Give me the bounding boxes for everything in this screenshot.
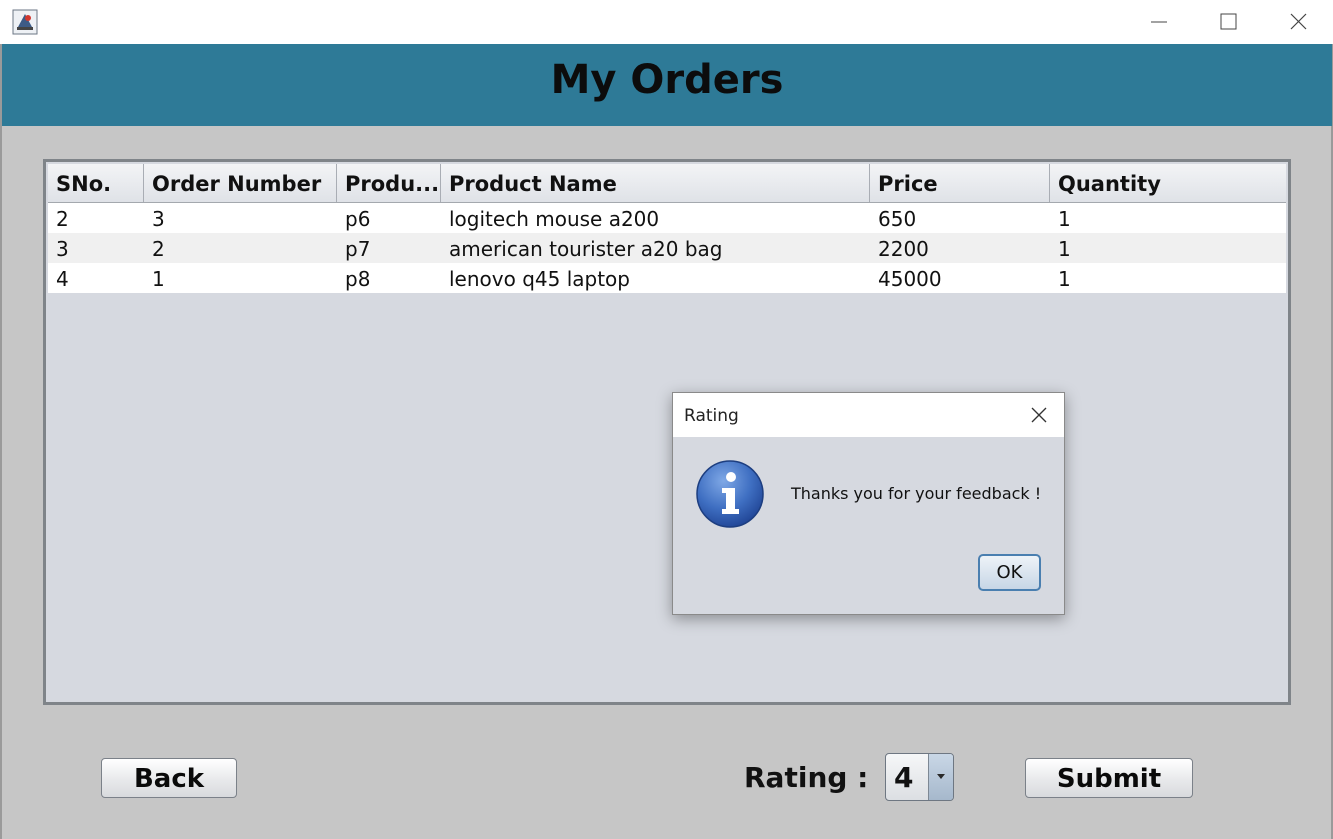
window-titlebar [0, 0, 1333, 44]
rating-dialog: Rating Thanks you for your feedback ! OK [672, 392, 1065, 615]
column-header-sno[interactable]: SNo. [48, 164, 144, 202]
cell-quantity: 1 [1058, 207, 1071, 231]
column-header-price[interactable]: Price [870, 164, 1050, 202]
window-border-left [0, 44, 2, 839]
cell-sno: 2 [56, 207, 69, 231]
page-header: My Orders [2, 44, 1332, 126]
ok-button[interactable]: OK [978, 554, 1041, 591]
cell-sno: 3 [56, 237, 69, 261]
close-icon[interactable] [1028, 404, 1050, 426]
cell-product-id: p6 [345, 207, 371, 231]
column-header-quantity[interactable]: Quantity [1050, 164, 1286, 202]
table-header: SNo. Order Number Produ... Product Name … [48, 164, 1286, 203]
cell-product-id: p7 [345, 237, 371, 261]
info-icon [696, 460, 764, 528]
dialog-message: Thanks you for your feedback ! [791, 484, 1042, 503]
rating-label: Rating : [744, 761, 869, 794]
cell-price: 2200 [878, 237, 929, 261]
page-title: My Orders [550, 57, 784, 103]
column-header-product-name[interactable]: Product Name [441, 164, 870, 202]
cell-product-name: lenovo q45 laptop [449, 267, 630, 291]
cell-order-number: 3 [152, 207, 165, 231]
dropdown-arrow[interactable] [928, 754, 953, 800]
cell-order-number: 1 [152, 267, 165, 291]
cell-quantity: 1 [1058, 237, 1071, 261]
rating-dropdown[interactable]: 4 [885, 753, 954, 801]
maximize-icon[interactable] [1213, 8, 1243, 36]
cell-order-number: 2 [152, 237, 165, 261]
table-row[interactable]: 4 1 p8 lenovo q45 laptop 45000 1 [48, 263, 1286, 293]
orders-table: SNo. Order Number Produ... Product Name … [43, 159, 1291, 705]
cell-product-name: logitech mouse a200 [449, 207, 660, 231]
minimize-icon[interactable] [1144, 8, 1174, 36]
table-row[interactable]: 3 2 p7 american tourister a20 bag 2200 1 [48, 233, 1286, 263]
rating-value: 4 [894, 761, 914, 794]
cell-price: 45000 [878, 267, 942, 291]
column-header-order-number[interactable]: Order Number [144, 164, 337, 202]
back-button[interactable]: Back [101, 758, 237, 798]
column-header-product-id[interactable]: Produ... [337, 164, 441, 202]
dialog-title: Rating [684, 406, 739, 426]
submit-button[interactable]: Submit [1025, 758, 1193, 798]
cell-price: 650 [878, 207, 917, 231]
cell-product-id: p8 [345, 267, 371, 291]
table-row[interactable]: 2 3 p6 logitech mouse a200 650 1 [48, 203, 1286, 233]
close-icon[interactable] [1283, 8, 1313, 36]
cell-quantity: 1 [1058, 267, 1071, 291]
java-app-icon [12, 9, 38, 35]
cell-product-name: american tourister a20 bag [449, 237, 723, 261]
dialog-titlebar: Rating [673, 393, 1064, 437]
cell-sno: 4 [56, 267, 69, 291]
chevron-down-icon [937, 774, 945, 779]
